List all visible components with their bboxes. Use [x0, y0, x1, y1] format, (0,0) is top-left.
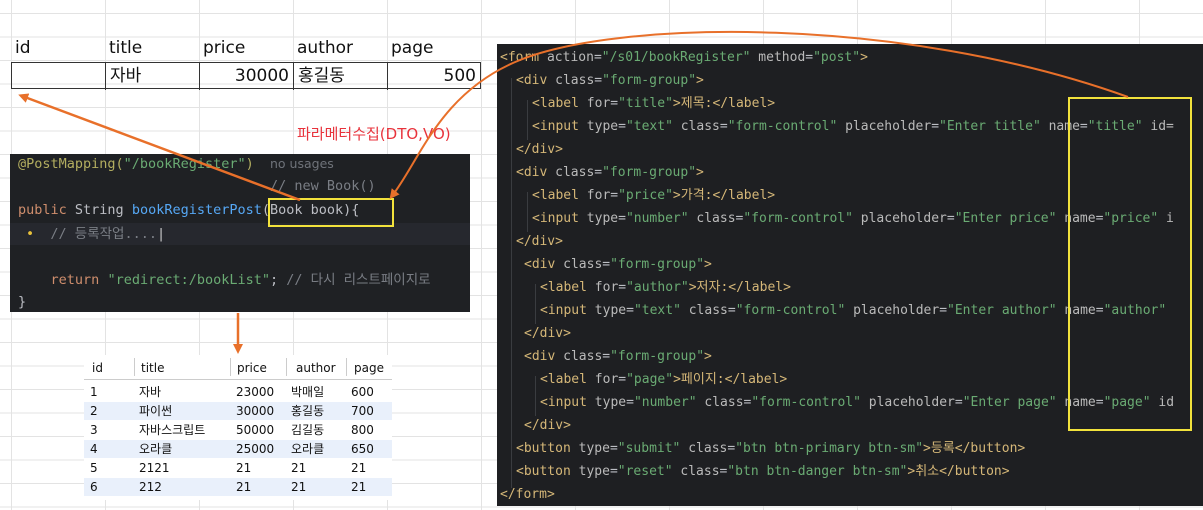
arrow-param-to-spreadsheet — [18, 93, 301, 202]
arrow-html-to-param — [389, 30, 1129, 200]
annotation-arrows — [18, 30, 1129, 354]
